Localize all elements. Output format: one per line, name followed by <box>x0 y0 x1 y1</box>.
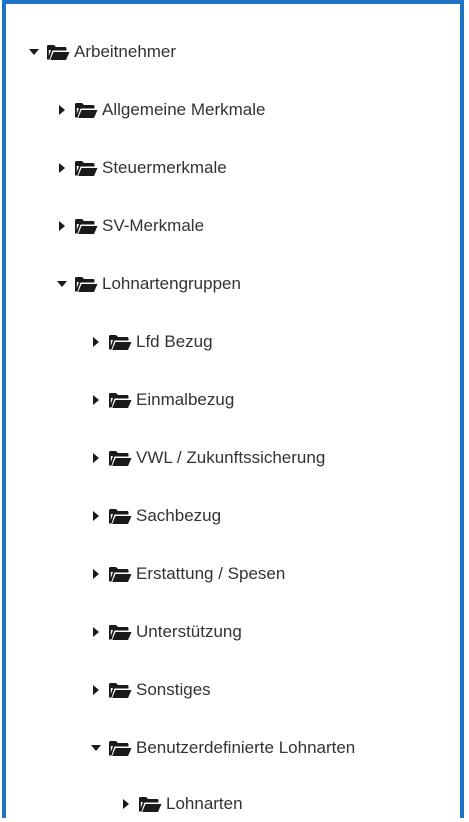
tree-node-unterstuetzung[interactable]: Unterstützung <box>90 620 242 644</box>
tree-node-einmalbezug[interactable]: Einmalbezug <box>90 388 234 412</box>
folder-open-icon <box>74 102 98 119</box>
folder-open-icon <box>108 624 132 641</box>
tree-node-label: Sonstiges <box>136 680 211 699</box>
caret-right-icon[interactable] <box>90 394 102 406</box>
caret-right-icon[interactable] <box>90 626 102 638</box>
tree-node-label: Arbeitnehmer <box>74 42 177 61</box>
caret-right-icon[interactable] <box>90 510 102 522</box>
caret-right-icon[interactable] <box>90 684 102 696</box>
tree-node-benutzerdefinierte-lohnarten[interactable]: Benutzerdefinierte Lohnarten <box>90 736 355 760</box>
tree-node-sonstiges[interactable]: Sonstiges <box>90 678 211 702</box>
folder-open-icon <box>108 508 132 525</box>
caret-right-icon[interactable] <box>90 336 102 348</box>
folder-open-icon <box>108 450 132 467</box>
tree-node-label: Allgemeine Merkmale <box>102 100 266 119</box>
folder-open-icon <box>108 682 132 699</box>
tree-node-erstattung-spesen[interactable]: Erstattung / Spesen <box>90 562 285 586</box>
folder-open-icon <box>108 334 132 351</box>
caret-down-icon[interactable] <box>28 46 40 58</box>
tree-node-label: Lohnartengruppen <box>102 274 241 293</box>
tree-node-label: Einmalbezug <box>136 390 235 409</box>
tree-node-lfd-bezug[interactable]: Lfd Bezug <box>90 330 213 354</box>
tree-node-label: Benutzerdefinierte Lohnarten <box>136 738 356 757</box>
tree-node-lohnarten[interactable]: Lohnarten <box>120 792 243 816</box>
folder-open-icon <box>108 740 132 757</box>
caret-right-icon[interactable] <box>56 220 68 232</box>
folder-open-icon <box>108 566 132 583</box>
tree-node-sachbezug[interactable]: Sachbezug <box>90 504 221 528</box>
folder-open-icon <box>74 276 98 293</box>
folder-open-icon <box>46 44 70 61</box>
tree-node-label: Unterstützung <box>136 622 242 641</box>
tree-node-vwl-zukunftssicherung[interactable]: VWL / Zukunftssicherung <box>90 446 325 470</box>
tree-node-label: Erstattung / Spesen <box>136 564 286 583</box>
tree-node-label: Lohnarten <box>166 794 243 813</box>
caret-right-icon[interactable] <box>120 798 132 810</box>
folder-open-icon <box>74 218 98 235</box>
tree-node-label: Steuermerkmale <box>102 158 227 177</box>
caret-right-icon[interactable] <box>56 104 68 116</box>
folder-open-icon <box>108 392 132 409</box>
caret-right-icon[interactable] <box>90 568 102 580</box>
tree-node-arbeitnehmer[interactable]: Arbeitnehmer <box>28 40 176 64</box>
tree-node-sv-merkmale[interactable]: SV-Merkmale <box>56 214 204 238</box>
tree-node-label: Lfd Bezug <box>136 332 213 351</box>
folder-open-icon <box>138 796 162 813</box>
tree-node-allgemeine-merkmale[interactable]: Allgemeine Merkmale <box>56 98 265 122</box>
tree-node-lohnartengruppen[interactable]: Lohnartengruppen <box>56 272 241 296</box>
tree-node-label: Sachbezug <box>136 506 222 525</box>
caret-right-icon[interactable] <box>56 162 68 174</box>
tree-node-label: SV-Merkmale <box>102 216 205 235</box>
caret-down-icon[interactable] <box>56 278 68 290</box>
caret-right-icon[interactable] <box>90 452 102 464</box>
tree-panel: Arbeitnehmer Allgemeine Merkmale Steuerm… <box>2 0 464 818</box>
tree-node-label: VWL / Zukunftssicherung <box>136 448 326 467</box>
tree-node-steuermerkmale[interactable]: Steuermerkmale <box>56 156 227 180</box>
caret-down-icon[interactable] <box>90 742 102 754</box>
folder-open-icon <box>74 160 98 177</box>
